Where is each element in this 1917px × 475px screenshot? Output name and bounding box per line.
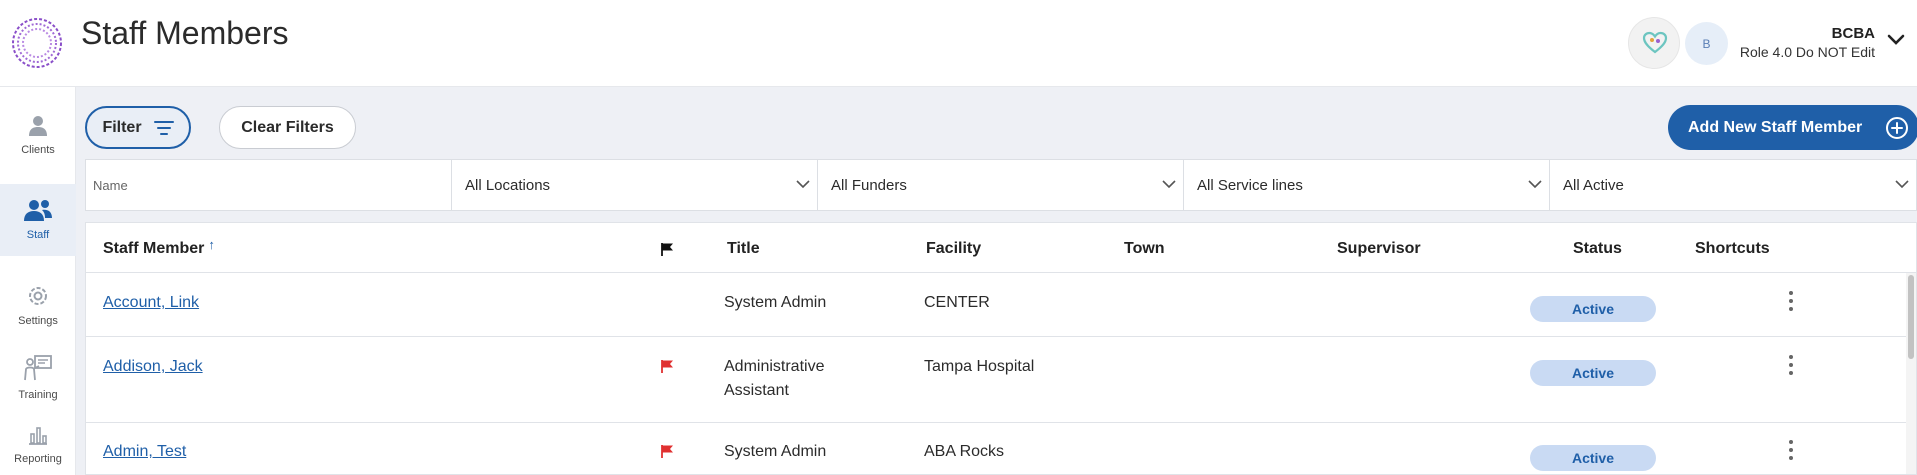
more-options-icon[interactable]	[1783, 289, 1799, 313]
filter-button[interactable]: Filter	[85, 106, 191, 149]
table-row: Addison, Jack Administrative Assistant T…	[86, 337, 1916, 423]
column-header-staff-member[interactable]: Staff Member ↑	[103, 237, 215, 258]
support-badge[interactable]	[1628, 17, 1680, 69]
user-role: Role 4.0 Do NOT Edit	[1739, 44, 1875, 60]
staff-title: Administrative Assistant	[724, 355, 824, 403]
column-header-title[interactable]: Title	[727, 240, 760, 258]
column-header-supervisor[interactable]: Supervisor	[1337, 240, 1421, 258]
sidebar: Clients Staff Settings Training Reportin…	[0, 87, 76, 475]
clear-filters-button[interactable]: Clear Filters	[219, 106, 356, 149]
staff-title-line: Administrative	[724, 358, 825, 375]
page-title: Staff Members	[81, 15, 289, 51]
more-options-icon[interactable]	[1783, 438, 1799, 462]
add-staff-member-button[interactable]: Add New Staff Member	[1668, 105, 1917, 150]
main-content: Filter Clear Filters Add New Staff Membe…	[76, 87, 1917, 475]
staff-facility: Tampa Hospital	[924, 358, 1035, 375]
table-row: Account, Link System Admin CENTER Active	[86, 273, 1916, 337]
more-options-icon[interactable]	[1783, 353, 1799, 377]
table-header: Staff Member ↑ Title Facility Town Superv…	[86, 223, 1916, 273]
chevron-down-icon	[1162, 180, 1176, 189]
service-lines-select[interactable]: All Service lines	[1184, 160, 1550, 210]
sort-ascending-icon[interactable]: ↑	[208, 237, 215, 252]
column-header-facility[interactable]: Facility	[926, 240, 981, 258]
person-icon	[29, 116, 47, 136]
funders-select-value: All Funders	[831, 176, 907, 194]
staff-title: System Admin	[724, 443, 827, 460]
chevron-down-icon	[1528, 180, 1542, 189]
staff-name-link[interactable]: Admin, Test	[103, 440, 186, 464]
sidebar-item-label: Reporting	[14, 453, 62, 465]
active-select-value: All Active	[1563, 176, 1624, 194]
staff-name-link[interactable]: Account, Link	[103, 291, 199, 315]
name-filter-input[interactable]	[91, 160, 443, 210]
people-icon	[24, 200, 52, 221]
column-header-shortcuts: Shortcuts	[1695, 240, 1770, 257]
table-row: Admin, Test System Admin ABA Rocks Activ…	[86, 423, 1916, 474]
staff-facility: ABA Rocks	[924, 443, 1005, 460]
avatar[interactable]: B	[1685, 22, 1728, 65]
status-badge: Active	[1530, 360, 1656, 386]
sidebar-item-reporting[interactable]: Reporting	[0, 410, 76, 475]
filter-row: All Locations All Funders All Service li…	[85, 159, 1917, 211]
sidebar-item-training[interactable]: Training	[0, 340, 76, 410]
name-filter	[86, 160, 452, 210]
chevron-down-icon	[1895, 180, 1909, 189]
sidebar-item-label: Settings	[18, 315, 58, 327]
flag-icon	[661, 243, 673, 256]
active-select[interactable]: All Active	[1550, 160, 1916, 210]
logo-icon[interactable]	[10, 16, 64, 70]
sidebar-item-label: Clients	[21, 144, 55, 156]
service-lines-select-value: All Service lines	[1197, 176, 1303, 194]
staff-title-line: Assistant	[724, 382, 789, 399]
flag-icon	[661, 445, 673, 458]
sidebar-item-settings[interactable]: Settings	[0, 270, 76, 340]
chevron-down-icon[interactable]	[1887, 34, 1905, 46]
sidebar-item-staff[interactable]: Staff	[0, 184, 76, 256]
sidebar-item-clients[interactable]: Clients	[0, 99, 76, 169]
filter-button-label: Filter	[102, 118, 142, 136]
staff-facility: CENTER	[924, 294, 990, 311]
status-badge: Active	[1530, 445, 1656, 471]
column-header-town[interactable]: Town	[1124, 240, 1165, 258]
plus-circle-icon	[1886, 117, 1908, 139]
locations-select-value: All Locations	[465, 176, 551, 194]
sidebar-item-label: Staff	[26, 229, 50, 241]
filter-icon	[153, 120, 174, 135]
sidebar-item-label: Training	[18, 389, 58, 401]
funders-select[interactable]: All Funders	[818, 160, 1184, 210]
status-badge: Active	[1530, 296, 1656, 322]
column-header-status[interactable]: Status	[1573, 240, 1622, 258]
locations-select[interactable]: All Locations	[452, 160, 818, 210]
table-scrollbar-thumb[interactable]	[1908, 275, 1914, 359]
column-header-label: Staff Member	[103, 240, 205, 257]
staff-table: Staff Member ↑ Title Facility Town Superv…	[85, 222, 1917, 475]
chevron-down-icon	[796, 180, 810, 189]
gear-icon	[29, 287, 47, 305]
user-name: BCBA	[1831, 25, 1875, 42]
add-staff-member-label: Add New Staff Member	[1688, 118, 1863, 136]
app-header: Staff Members B BCBA Role 4.0 Do NOT Edi…	[0, 0, 1917, 87]
training-icon	[24, 355, 52, 381]
flag-icon	[661, 360, 673, 373]
heart-chat-icon	[1642, 31, 1668, 54]
staff-title: System Admin	[724, 294, 827, 311]
staff-name-link[interactable]: Addison, Jack	[103, 355, 203, 379]
bar-chart-icon	[29, 427, 47, 445]
